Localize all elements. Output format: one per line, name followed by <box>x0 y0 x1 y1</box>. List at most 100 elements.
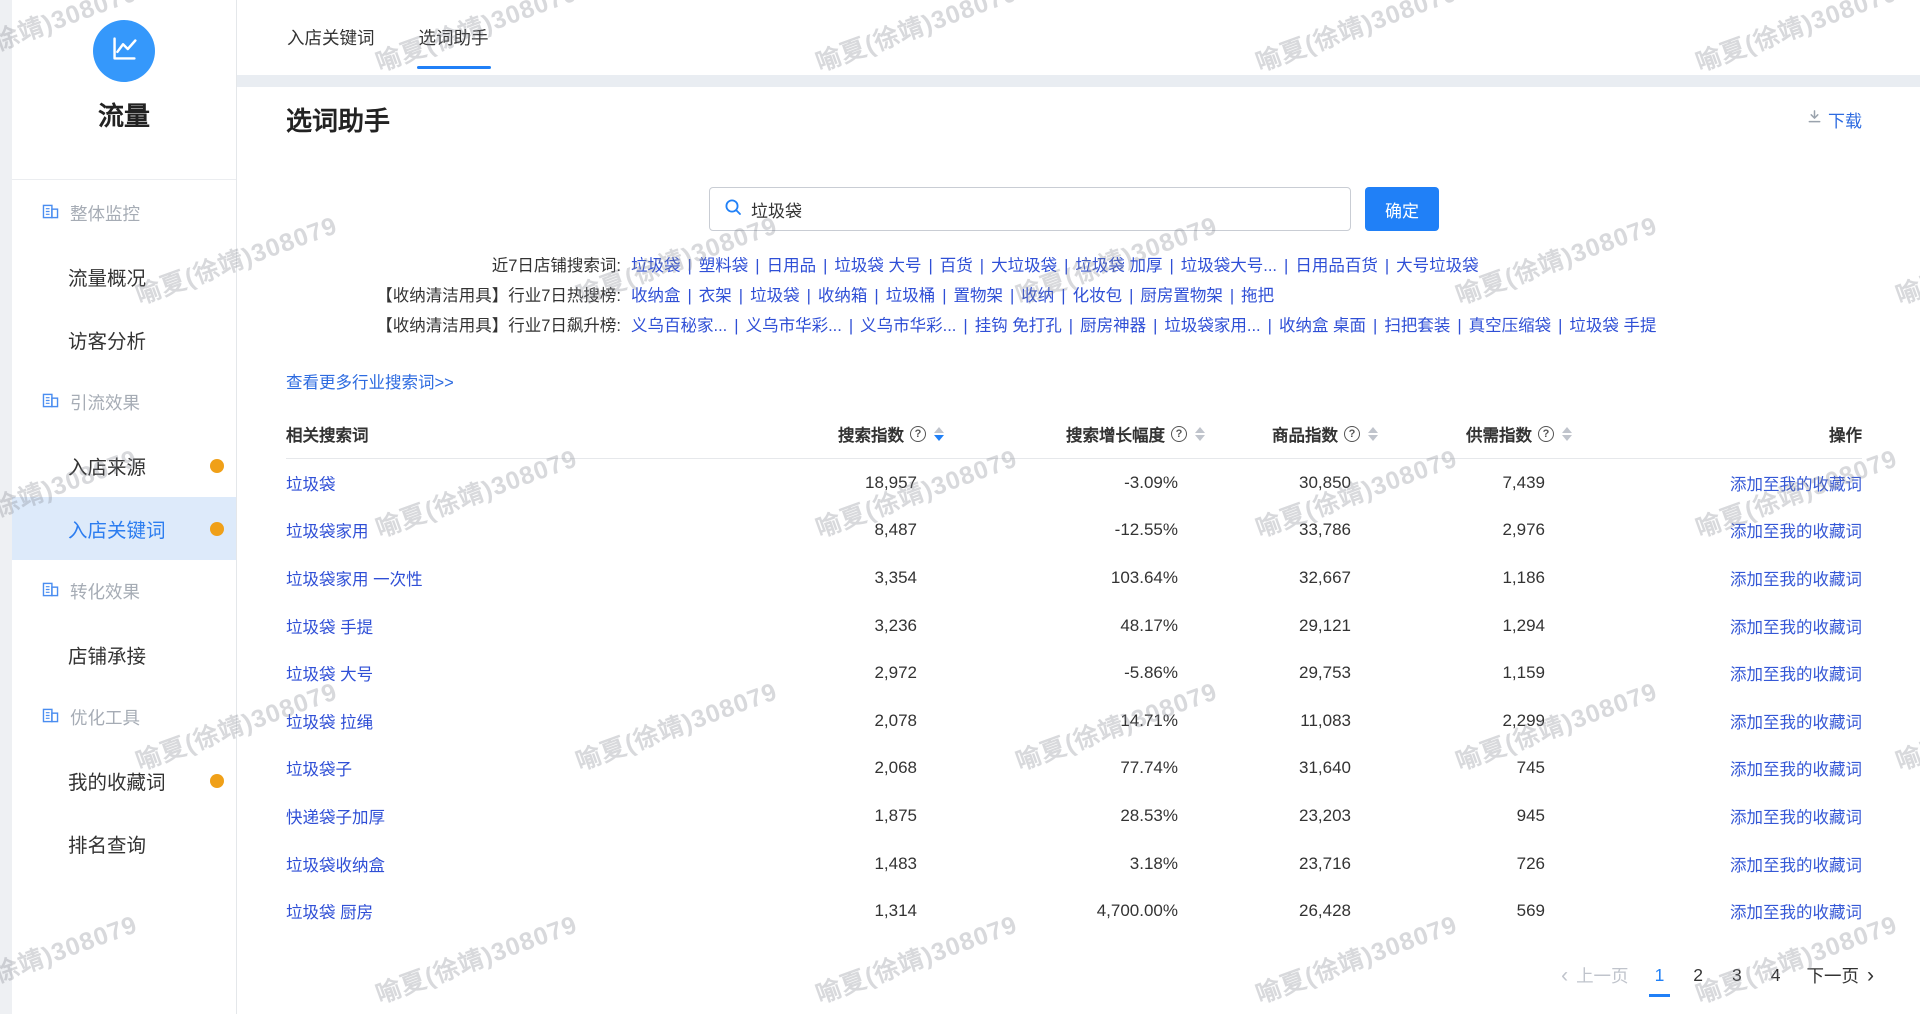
page-number-3[interactable]: 3 <box>1729 963 1745 988</box>
suggestion-keyword-link[interactable]: 垃圾袋 <box>631 257 681 275</box>
sidebar-item-我的收藏词[interactable]: 我的收藏词 <box>12 749 236 812</box>
value-cell-product_index: 29,753 <box>1205 663 1378 683</box>
suggestion-keyword-link[interactable]: 塑料袋 <box>699 257 749 275</box>
suggestion-keyword-link[interactable]: 垃圾袋 加厚 <box>1075 257 1162 275</box>
add-to-favorites-link[interactable]: 添加至我的收藏词 <box>1730 809 1862 827</box>
suggestion-keyword-link[interactable]: 义乌市华彩... <box>860 317 956 335</box>
value-cell-search_index: 2,078 <box>660 711 944 731</box>
download-button[interactable]: 下载 <box>1807 107 1862 132</box>
keyword-link[interactable]: 垃圾袋收纳盒 <box>286 857 385 875</box>
search-input[interactable] <box>751 199 1336 219</box>
add-to-favorites-link[interactable]: 添加至我的收藏词 <box>1730 761 1862 779</box>
tab-入店关键词[interactable]: 入店关键词 <box>287 0 375 75</box>
suggestion-keyword-link[interactable]: 垃圾袋大号... <box>1181 257 1277 275</box>
help-icon[interactable] <box>1538 426 1554 442</box>
suggestion-keyword-link[interactable]: 大垃圾袋 <box>991 257 1057 275</box>
sort-icon[interactable] <box>1368 427 1378 441</box>
page-number-1[interactable]: 1 <box>1652 963 1668 988</box>
add-to-favorites-link[interactable]: 添加至我的收藏词 <box>1730 714 1862 732</box>
column-header-搜索指数[interactable]: 搜索指数 <box>660 422 944 446</box>
building-icon <box>42 581 59 602</box>
keyword-link[interactable]: 垃圾袋 拉绳 <box>286 714 373 732</box>
confirm-button[interactable]: 确定 <box>1365 187 1439 231</box>
sort-icon[interactable] <box>1195 427 1205 441</box>
separator: | <box>1162 257 1180 275</box>
sidebar: 流量 整体监控流量概况访客分析引流效果入店来源入店关键词转化效果店铺承接优化工具… <box>12 0 237 1014</box>
keyword-link[interactable]: 垃圾袋 <box>286 476 336 494</box>
next-page-button[interactable]: 下一页 <box>1807 963 1875 988</box>
value-cell-search_index: 1,875 <box>660 806 944 826</box>
tab-选词助手[interactable]: 选词助手 <box>419 0 489 75</box>
suggestion-links: 垃圾袋|塑料袋|日用品|垃圾袋 大号|百货|大垃圾袋|垃圾袋 加厚|垃圾袋大号.… <box>621 251 1479 281</box>
suggestion-keyword-link[interactable]: 收纳箱 <box>818 287 868 305</box>
suggestion-keyword-link[interactable]: 大号垃圾袋 <box>1396 257 1479 275</box>
add-to-favorites-link[interactable]: 添加至我的收藏词 <box>1730 571 1862 589</box>
suggestion-keyword-link[interactable]: 真空压缩袋 <box>1469 317 1552 335</box>
suggestion-keyword-link[interactable]: 垃圾袋 手提 <box>1569 317 1656 335</box>
suggestion-keyword-link[interactable]: 垃圾袋 <box>750 287 800 305</box>
table-row: 快递袋子加厚1,87528.53%23,203945添加至我的收藏词 <box>286 792 1862 840</box>
suggestion-keyword-link[interactable]: 日用品 <box>767 257 817 275</box>
column-header-label: 商品指数 <box>1272 422 1338 446</box>
sidebar-label: 引流效果 <box>70 390 140 415</box>
sidebar-item-访客分析[interactable]: 访客分析 <box>12 308 236 371</box>
suggestion-keyword-link[interactable]: 垃圾袋家用... <box>1164 317 1260 335</box>
sort-icon[interactable] <box>934 427 944 441</box>
suggestion-keyword-link[interactable]: 厨房神器 <box>1080 317 1146 335</box>
suggestion-keyword-link[interactable]: 扫把套装 <box>1384 317 1450 335</box>
column-header-商品指数[interactable]: 商品指数 <box>1205 422 1378 446</box>
suggestion-keyword-link[interactable]: 拖把 <box>1241 287 1274 305</box>
suggestion-keyword-link[interactable]: 化妆包 <box>1073 287 1123 305</box>
suggestion-keyword-link[interactable]: 收纳盒 桌面 <box>1279 317 1366 335</box>
suggestion-keyword-link[interactable]: 义乌市华彩... <box>746 317 842 335</box>
add-to-favorites-link[interactable]: 添加至我的收藏词 <box>1730 666 1862 684</box>
pagination: 上一页 1234 下一页 <box>1561 963 1874 988</box>
suggestion-keyword-link[interactable]: 挂钩 免打孔 <box>975 317 1062 335</box>
suggestion-keyword-link[interactable]: 收纳盒 <box>631 287 681 305</box>
help-icon[interactable] <box>1344 426 1360 442</box>
suggestion-keyword-link[interactable]: 衣架 <box>699 287 732 305</box>
value-cell-product_index: 32,667 <box>1205 568 1378 588</box>
suggestion-keyword-link[interactable]: 日用品百货 <box>1295 257 1378 275</box>
help-icon[interactable] <box>910 426 926 442</box>
sidebar-item-入店关键词[interactable]: 入店关键词 <box>12 497 236 560</box>
column-header-搜索增长幅度[interactable]: 搜索增长幅度 <box>944 422 1205 446</box>
keyword-link[interactable]: 快递袋子加厚 <box>286 809 385 827</box>
keyword-link[interactable]: 垃圾袋 手提 <box>286 619 373 637</box>
sidebar-item-流量概况[interactable]: 流量概况 <box>12 245 236 308</box>
more-industry-words-link[interactable]: 查看更多行业搜索词>> <box>286 369 454 393</box>
add-to-favorites-link[interactable]: 添加至我的收藏词 <box>1730 619 1862 637</box>
keyword-link[interactable]: 垃圾袋 大号 <box>286 666 373 684</box>
page-number-2[interactable]: 2 <box>1690 963 1706 988</box>
prev-page-label: 上一页 <box>1576 963 1629 988</box>
suggestion-keyword-link[interactable]: 垃圾袋 大号 <box>834 257 921 275</box>
help-icon[interactable] <box>1171 426 1187 442</box>
sort-icon[interactable] <box>1562 427 1572 441</box>
separator: | <box>1277 257 1295 275</box>
value-cell-supply_demand: 1,186 <box>1378 568 1572 588</box>
add-to-favorites-link[interactable]: 添加至我的收藏词 <box>1730 857 1862 875</box>
keyword-link[interactable]: 垃圾袋家用 一次性 <box>286 571 423 589</box>
keyword-link[interactable]: 垃圾袋子 <box>286 761 352 779</box>
sidebar-item-店铺承接[interactable]: 店铺承接 <box>12 623 236 686</box>
suggestion-keyword-link[interactable]: 厨房置物架 <box>1140 287 1223 305</box>
add-to-favorites-link[interactable]: 添加至我的收藏词 <box>1730 904 1862 922</box>
suggestion-keyword-link[interactable]: 收纳 <box>1021 287 1054 305</box>
keyword-link[interactable]: 垃圾袋家用 <box>286 523 369 541</box>
keyword-search-box <box>709 187 1351 231</box>
main-panel: 入店关键词选词助手 选词助手 下载 <box>237 0 1920 1014</box>
add-to-favorites-link[interactable]: 添加至我的收藏词 <box>1730 476 1862 494</box>
add-to-favorites-link[interactable]: 添加至我的收藏词 <box>1730 523 1862 541</box>
page-number-4[interactable]: 4 <box>1768 963 1784 988</box>
action-cell: 添加至我的收藏词 <box>1572 614 1862 638</box>
suggestion-keyword-link[interactable]: 百货 <box>940 257 973 275</box>
keyword-link[interactable]: 垃圾袋 厨房 <box>286 904 373 922</box>
sidebar-item-入店来源[interactable]: 入店来源 <box>12 434 236 497</box>
prev-page-button[interactable]: 上一页 <box>1561 963 1629 988</box>
suggestion-keyword-link[interactable]: 垃圾桶 <box>886 287 936 305</box>
column-header-供需指数[interactable]: 供需指数 <box>1378 422 1572 446</box>
value-cell-search_index: 1,314 <box>660 901 944 921</box>
sidebar-item-排名查询[interactable]: 排名查询 <box>12 812 236 875</box>
suggestion-keyword-link[interactable]: 置物架 <box>953 287 1003 305</box>
suggestion-keyword-link[interactable]: 义乌百秘家... <box>631 317 727 335</box>
